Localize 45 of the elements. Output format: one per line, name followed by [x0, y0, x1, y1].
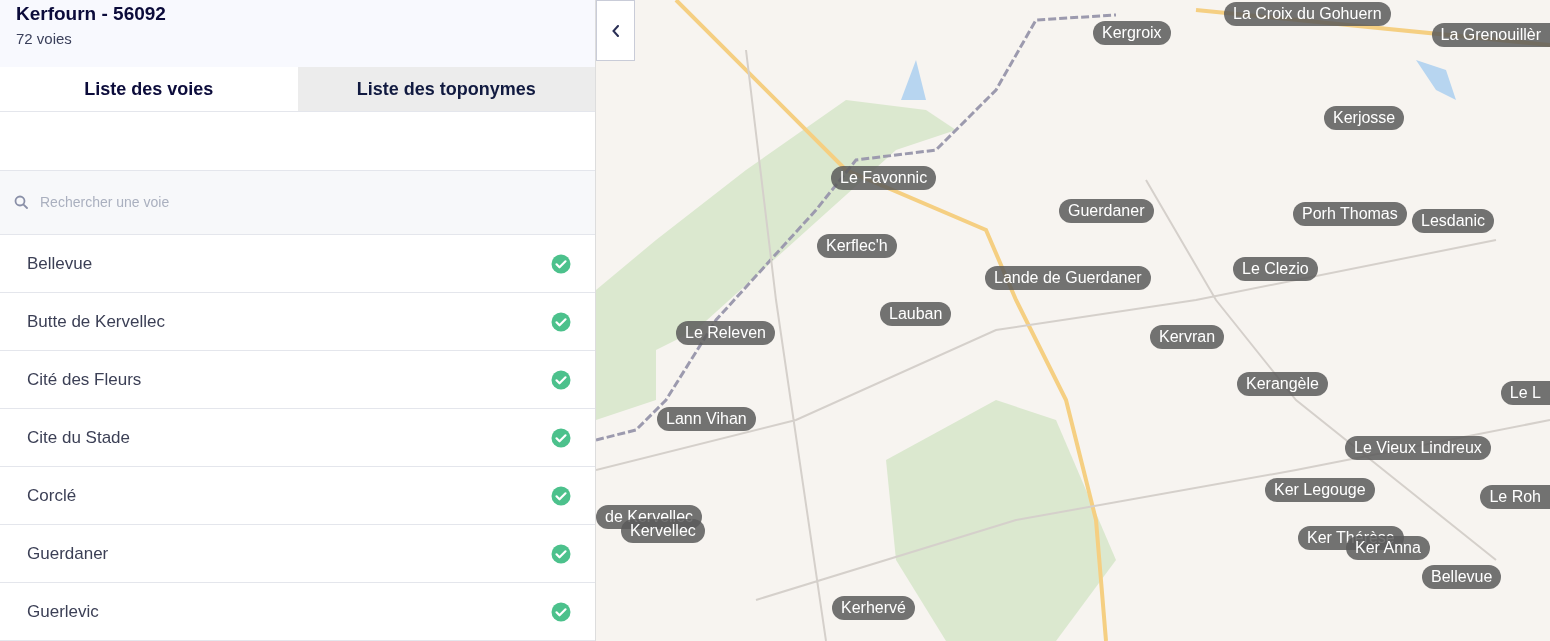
- voie-name: Butte de Kervellec: [27, 311, 165, 332]
- map-drawing[interactable]: [596, 0, 1550, 641]
- search-field[interactable]: Rechercher une voie: [38, 193, 595, 212]
- place-label[interactable]: Kerangèle: [1237, 372, 1328, 396]
- search-bar[interactable]: Rechercher une voie: [0, 170, 595, 235]
- place-label[interactable]: Lann Vihan: [657, 407, 756, 431]
- list-tab[interactable]: Liste des toponymes: [297, 67, 595, 112]
- voie-item[interactable]: Cite du Stade: [0, 409, 595, 467]
- place-label[interactable]: Porh Thomas: [1293, 202, 1407, 226]
- voie-name: Cite du Stade: [27, 427, 130, 448]
- search-icon: [14, 195, 28, 210]
- voie-item[interactable]: Corclé: [0, 467, 595, 525]
- place-label[interactable]: Kervellec: [621, 519, 705, 543]
- voie-item[interactable]: Cité des Fleurs: [0, 351, 595, 409]
- place-label[interactable]: Kerjosse: [1324, 106, 1405, 130]
- place-label[interactable]: Kerflec'h: [817, 234, 897, 258]
- place-label[interactable]: Le Favonnic: [831, 166, 937, 190]
- voie-item[interactable]: Guerlevic: [0, 583, 595, 641]
- place-label[interactable]: Le Clezio: [1233, 257, 1318, 281]
- voie-name: Corclé: [27, 485, 77, 506]
- place-label[interactable]: Ker Legouge: [1265, 478, 1375, 502]
- place-label[interactable]: Kerhervé: [832, 596, 915, 620]
- voie-item[interactable]: Butte de Kervellec: [0, 293, 595, 351]
- voie-name: Guerlevic: [27, 601, 99, 622]
- voie-name: Bellevue: [27, 253, 93, 274]
- place-label[interactable]: Le Roh: [1480, 485, 1550, 509]
- place-label[interactable]: La Grenouillèr: [1431, 23, 1550, 47]
- place-label[interactable]: Le L: [1500, 381, 1550, 405]
- place-label[interactable]: Guerdaner: [1059, 199, 1154, 223]
- place-label[interactable]: Le Vieux Lindreux: [1345, 436, 1491, 460]
- place-label[interactable]: Bellevue: [1422, 565, 1502, 589]
- place-label[interactable]: Kergroix: [1093, 21, 1171, 45]
- place-label[interactable]: Le Releven: [676, 321, 775, 345]
- chevron-left-icon: [611, 24, 620, 37]
- place-label[interactable]: La Croix du Gohuern: [1224, 2, 1391, 26]
- voie-name: Guerdaner: [27, 543, 109, 564]
- place-label[interactable]: Lauban: [880, 302, 952, 326]
- voie-name: Cité des Fleurs: [27, 369, 142, 390]
- place-label[interactable]: Lesdanic: [1412, 209, 1495, 233]
- commune-title: Kerfourn - 56092: [16, 3, 166, 25]
- place-label[interactable]: Kervran: [1150, 325, 1225, 349]
- voie-item[interactable]: Bellevue: [0, 235, 595, 293]
- voie-count: 72 voies: [16, 30, 72, 47]
- place-label[interactable]: Lande de Guerdaner: [985, 266, 1151, 290]
- voie-item[interactable]: Guerdaner: [0, 525, 595, 583]
